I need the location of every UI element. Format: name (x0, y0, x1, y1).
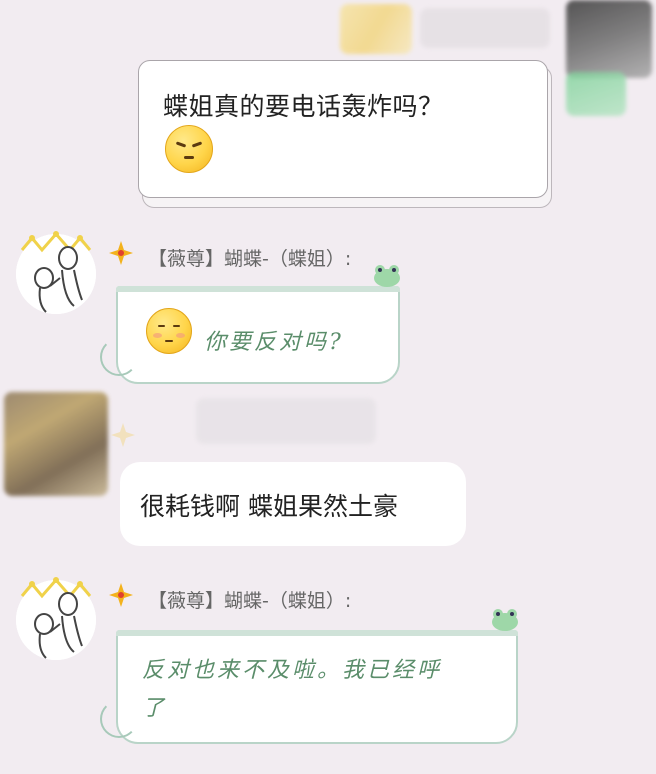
message-text-line2: 了 (142, 696, 168, 721)
star-badge-icon (109, 583, 133, 607)
message-bubble-2[interactable]: 你要反对吗? (116, 286, 400, 384)
message-bubble-3[interactable]: 很耗钱啊 蝶姐果然土豪 (120, 462, 466, 546)
message-bubble-4[interactable]: 反对也来不及啦。我已经呼 了 (116, 630, 518, 744)
star-badge-icon (111, 423, 135, 447)
redacted-smudge-gray (420, 8, 550, 48)
bubble-curl-decoration (100, 338, 138, 376)
bubble-header-bar (116, 630, 518, 636)
message-card-1[interactable]: 蝶姐真的要电话轰炸吗？ (138, 60, 552, 208)
redacted-smudge-green (566, 72, 626, 116)
redacted-smudge-yellow (340, 4, 412, 54)
sender-name[interactable]: 【薇尊】蝴蝶-（蝶姐）: (148, 244, 351, 271)
star-badge-icon (109, 241, 133, 265)
message-text-line1: 反对也来不及啦。我已经呼 (142, 658, 443, 683)
bubble-curl-decoration (100, 700, 138, 738)
bubble-header-bar (116, 286, 400, 292)
frog-decoration-icon (492, 609, 518, 631)
card: 蝶姐真的要电话轰炸吗？ (138, 60, 548, 198)
redacted-smudge-brown (4, 392, 108, 496)
avatar[interactable] (16, 231, 96, 314)
message-text: 蝶姐真的要电话轰炸吗？ (163, 92, 444, 121)
squinting-face-emoji (165, 125, 213, 173)
redacted-smudge-dark (566, 0, 652, 78)
redacted-smudge-gray2 (196, 398, 376, 444)
frog-decoration-icon (374, 265, 400, 287)
message-text: 你要反对吗? (204, 330, 344, 355)
avatar[interactable] (16, 577, 96, 660)
message-text: 很耗钱啊 蝶姐果然土豪 (140, 492, 398, 521)
sender-name[interactable]: 【薇尊】蝴蝶-（蝶姐）: (148, 586, 351, 613)
blushing-face-emoji (146, 308, 192, 354)
